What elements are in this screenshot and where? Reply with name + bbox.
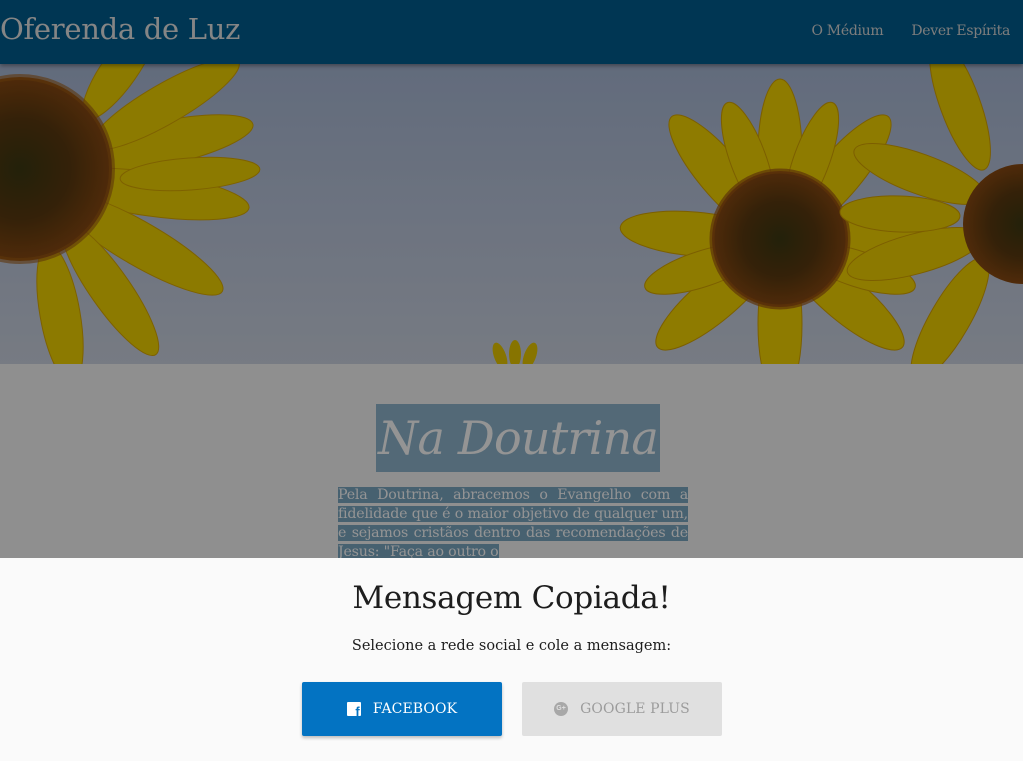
modal-backdrop[interactable] [0, 0, 1023, 558]
facebook-icon [346, 702, 361, 719]
sheet-subtitle: Selecione a rede social e cole a mensage… [351, 638, 672, 654]
facebook-button[interactable]: FACEBOOK [302, 682, 502, 736]
sheet-title: Mensagem Copiada! [352, 580, 671, 616]
google-plus-button[interactable]: G+ GOOGLE PLUS [522, 682, 722, 736]
google-plus-button-label: GOOGLE PLUS [580, 701, 690, 717]
page: Oferenda de Luz O Médium Dever Espírita [0, 0, 1023, 761]
google-plus-icon: G+ [554, 702, 569, 716]
facebook-button-label: FACEBOOK [372, 701, 458, 717]
share-bottom-sheet: Mensagem Copiada! Selecione a rede socia… [0, 558, 1023, 761]
